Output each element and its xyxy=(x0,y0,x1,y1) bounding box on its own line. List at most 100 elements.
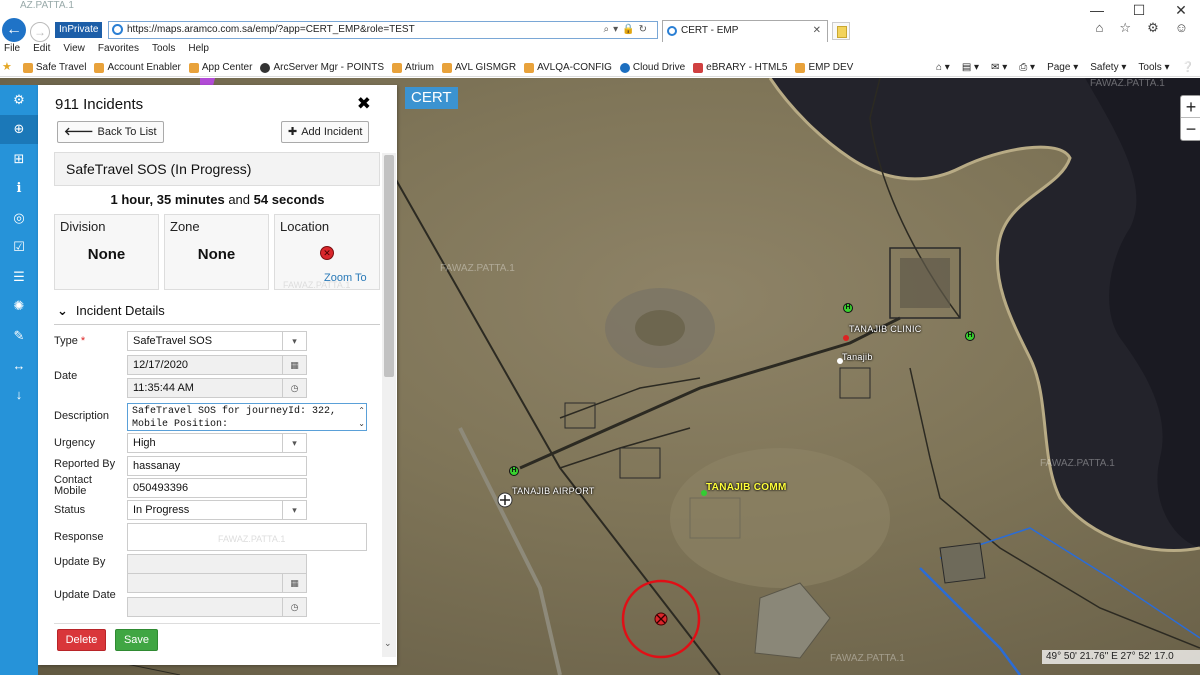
help-icon[interactable]: ❔ xyxy=(1182,58,1194,77)
clock-icon[interactable]: ◷ xyxy=(282,379,306,397)
cmd-safety[interactable]: Safety ▾ xyxy=(1090,58,1126,77)
smiley-icon[interactable]: ☺ xyxy=(1175,20,1188,36)
type-select[interactable]: SafeTravel SOS ▾ xyxy=(127,331,307,351)
fav-app-center[interactable]: App Center xyxy=(188,58,252,77)
urgency-select[interactable]: High ▾ xyxy=(127,433,307,453)
close-window-icon[interactable]: ✕ xyxy=(1174,2,1188,19)
zoom-out-button[interactable]: − xyxy=(1181,118,1200,140)
fav-safe-travel[interactable]: Safe Travel xyxy=(22,58,86,77)
back-to-list-button[interactable]: 🡐 Back To List xyxy=(57,121,164,143)
calendar-icon: ▦ xyxy=(282,574,306,592)
circular-patch-center xyxy=(635,310,685,346)
settings-icon[interactable]: ⚙ xyxy=(1147,20,1159,36)
new-tab-button[interactable] xyxy=(832,22,850,40)
menu-help[interactable]: Help xyxy=(188,42,209,56)
tool-incidents[interactable]: ⊕ xyxy=(0,114,38,144)
print-icon[interactable]: ⎙ ▾ xyxy=(1019,58,1035,77)
fav-cloud-drive[interactable]: Cloud Drive xyxy=(619,58,685,77)
map-watermark: FAWAZ.PATTA.1 xyxy=(1040,458,1115,469)
menu-tools[interactable]: Tools xyxy=(152,42,175,56)
edit-icon: ✎ xyxy=(13,327,25,343)
helipad-marker[interactable]: H xyxy=(965,331,975,341)
favorites-star[interactable]: ★ xyxy=(2,58,15,77)
fav-arcserver[interactable]: ArcServer Mgr - POINTS xyxy=(260,58,384,77)
mail-icon[interactable]: ✉ ▾ xyxy=(991,58,1007,77)
tool-settings[interactable]: ⚙ xyxy=(0,85,38,115)
date-label: Date xyxy=(54,370,78,382)
tab-close-icon[interactable]: ✕ xyxy=(813,21,821,41)
description-textarea[interactable]: SafeTravel SOS for journeyId: 322, Mobil… xyxy=(127,403,367,431)
textarea-scroll-icon[interactable]: ⌃ ⌄ xyxy=(358,404,365,430)
date-field[interactable]: 12/17/2020 ▦ xyxy=(127,355,307,375)
panel-watermark: FAWAZ.PATTA.1 xyxy=(283,280,351,290)
helipad-marker[interactable]: H xyxy=(509,466,519,476)
add-incident-label: Add Incident xyxy=(301,126,363,138)
search-icon[interactable]: ⌕ xyxy=(604,24,614,35)
tool-resize[interactable]: ↔ xyxy=(0,351,38,381)
home-icon[interactable]: ⌂ xyxy=(1096,20,1104,36)
info-icon: i xyxy=(16,180,22,196)
delete-button[interactable]: Delete xyxy=(57,629,106,651)
tab-cert-emp[interactable]: CERT - EMP ✕ xyxy=(662,20,828,42)
update-date-field: ▦ xyxy=(127,573,307,593)
gear-icon: ⚙ xyxy=(13,91,25,107)
scrollbar-thumb[interactable] xyxy=(384,155,394,377)
scroll-down-icon[interactable]: ⌄ xyxy=(384,638,392,649)
tool-download[interactable]: ↓ xyxy=(0,380,38,410)
fav-avlqa-config[interactable]: AVLQA-CONFIG xyxy=(524,58,612,77)
close-icon[interactable]: ✖ xyxy=(357,94,371,114)
tool-edit[interactable]: ✎ xyxy=(0,321,38,351)
tool-list[interactable]: ☰ xyxy=(0,262,38,292)
fav-account-enabler[interactable]: Account Enabler xyxy=(94,58,181,77)
url-text: https://maps.aramco.com.sa/emp/?app=CERT… xyxy=(127,24,415,35)
minimize-icon[interactable]: — xyxy=(1090,2,1104,19)
feeds-icon[interactable]: ▤ ▾ xyxy=(962,58,979,77)
menu-file[interactable]: File xyxy=(4,42,20,56)
cmd-page[interactable]: Page ▾ xyxy=(1047,58,1078,77)
time-field[interactable]: 11:35:44 AM ◷ xyxy=(127,378,307,398)
urgency-label: Urgency xyxy=(54,437,95,449)
favorite-icon xyxy=(94,62,105,73)
reported-by-field[interactable]: hassanay xyxy=(127,456,307,476)
panel-scrollbar[interactable]: ⌄ xyxy=(382,153,396,657)
contact-label-line2: Mobile xyxy=(54,485,87,497)
forward-button[interactable]: → xyxy=(30,22,50,42)
dropdown-icon[interactable]: ▾ xyxy=(282,501,306,519)
tool-config[interactable]: ✺ xyxy=(0,292,38,322)
address-bar[interactable]: https://maps.aramco.com.sa/emp/?app=CERT… xyxy=(108,21,658,39)
tool-info[interactable]: i xyxy=(0,174,38,204)
star-icon[interactable]: ☆ xyxy=(1119,20,1131,36)
menu-view[interactable]: View xyxy=(63,42,85,56)
fav-avl-gismgr[interactable]: AVL GISMGR xyxy=(441,58,516,77)
add-incident-button[interactable]: ✚ Add Incident xyxy=(281,121,370,143)
status-select[interactable]: In Progress ▾ xyxy=(127,500,307,520)
clinic-marker[interactable] xyxy=(843,335,849,341)
incident-details-header[interactable]: ⌄ Incident Details xyxy=(57,303,165,319)
menu-edit[interactable]: Edit xyxy=(33,42,50,56)
fav-ebrary[interactable]: eBRARY - HTML5 xyxy=(693,58,787,77)
tool-hierarchy[interactable]: ⊞ xyxy=(0,144,38,174)
tool-checklist[interactable]: ☑ xyxy=(0,233,38,263)
calendar-icon[interactable]: ▦ xyxy=(282,356,306,374)
save-button[interactable]: Save xyxy=(115,629,158,651)
menu-favorites[interactable]: Favorites xyxy=(98,42,139,56)
contact-mobile-field[interactable]: 050493396 xyxy=(127,478,307,498)
home-cmd-icon[interactable]: ⌂ ▾ xyxy=(936,58,950,77)
back-button[interactable]: ← xyxy=(2,18,26,42)
map-watermark: FAWAZ.PATTA.1 xyxy=(440,263,515,274)
dropdown-icon[interactable]: ▾ xyxy=(613,24,622,35)
helipad-marker[interactable]: H xyxy=(843,303,853,313)
zoom-in-button[interactable]: + xyxy=(1181,96,1200,118)
location-label: Location xyxy=(280,219,330,234)
dropdown-icon[interactable]: ▾ xyxy=(282,434,306,452)
fav-emp-dev[interactable]: EMP DEV xyxy=(795,58,853,77)
dropdown-icon[interactable]: ▾ xyxy=(282,332,306,350)
maximize-icon[interactable]: ☐ xyxy=(1132,2,1146,19)
fav-atrium[interactable]: Atrium xyxy=(392,58,434,77)
panel-title: 911 Incidents xyxy=(55,96,144,113)
cmd-tools[interactable]: Tools ▾ xyxy=(1138,58,1169,77)
refresh-icon[interactable]: ↻ xyxy=(639,24,651,35)
tool-target[interactable]: ◎ xyxy=(0,203,38,233)
fav-label: eBRARY - HTML5 xyxy=(706,62,788,73)
compound-mid xyxy=(619,447,661,479)
